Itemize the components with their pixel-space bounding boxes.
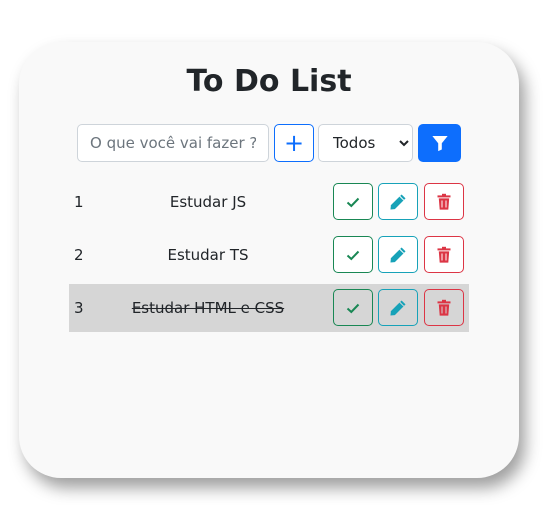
add-task-button[interactable]: +	[274, 124, 314, 162]
task-text: Estudar TS	[167, 246, 249, 264]
todo-card: To Do List + Todos 1 Estudar JS	[19, 42, 519, 478]
complete-task-button[interactable]	[333, 289, 373, 326]
task-text: Estudar JS	[169, 193, 247, 211]
filter-select[interactable]: Todos	[318, 124, 413, 162]
check-icon	[346, 303, 360, 313]
pencil-icon	[390, 193, 406, 210]
check-icon	[346, 250, 360, 260]
filter-icon	[431, 136, 448, 152]
edit-task-button[interactable]	[378, 289, 418, 326]
edit-task-button[interactable]	[378, 183, 418, 220]
edit-task-button[interactable]	[378, 236, 418, 273]
pencil-icon	[390, 246, 406, 263]
page-title: To Do List	[186, 64, 352, 99]
task-list: 1 Estudar JS 2 Estudar TS 3 Estudar HTML…	[69, 178, 469, 337]
complete-task-button[interactable]	[333, 236, 373, 273]
trash-icon	[437, 299, 451, 316]
trash-icon	[437, 193, 451, 210]
trash-icon	[437, 246, 451, 263]
filter-button[interactable]	[418, 124, 461, 162]
delete-task-button[interactable]	[424, 236, 464, 273]
task-number: 2	[74, 246, 84, 264]
complete-task-button[interactable]	[333, 183, 373, 220]
delete-task-button[interactable]	[424, 289, 464, 326]
task-text: Estudar HTML e CSS	[131, 299, 285, 317]
task-number: 1	[74, 193, 84, 211]
task-row: 2 Estudar TS	[69, 231, 469, 279]
pencil-icon	[390, 299, 406, 316]
check-icon	[346, 197, 360, 207]
task-input[interactable]	[77, 124, 269, 162]
plus-icon: +	[283, 129, 305, 157]
delete-task-button[interactable]	[424, 183, 464, 220]
task-number: 3	[74, 299, 84, 317]
task-row: 1 Estudar JS	[69, 178, 469, 226]
task-row-completed: 3 Estudar HTML e CSS	[69, 284, 469, 332]
